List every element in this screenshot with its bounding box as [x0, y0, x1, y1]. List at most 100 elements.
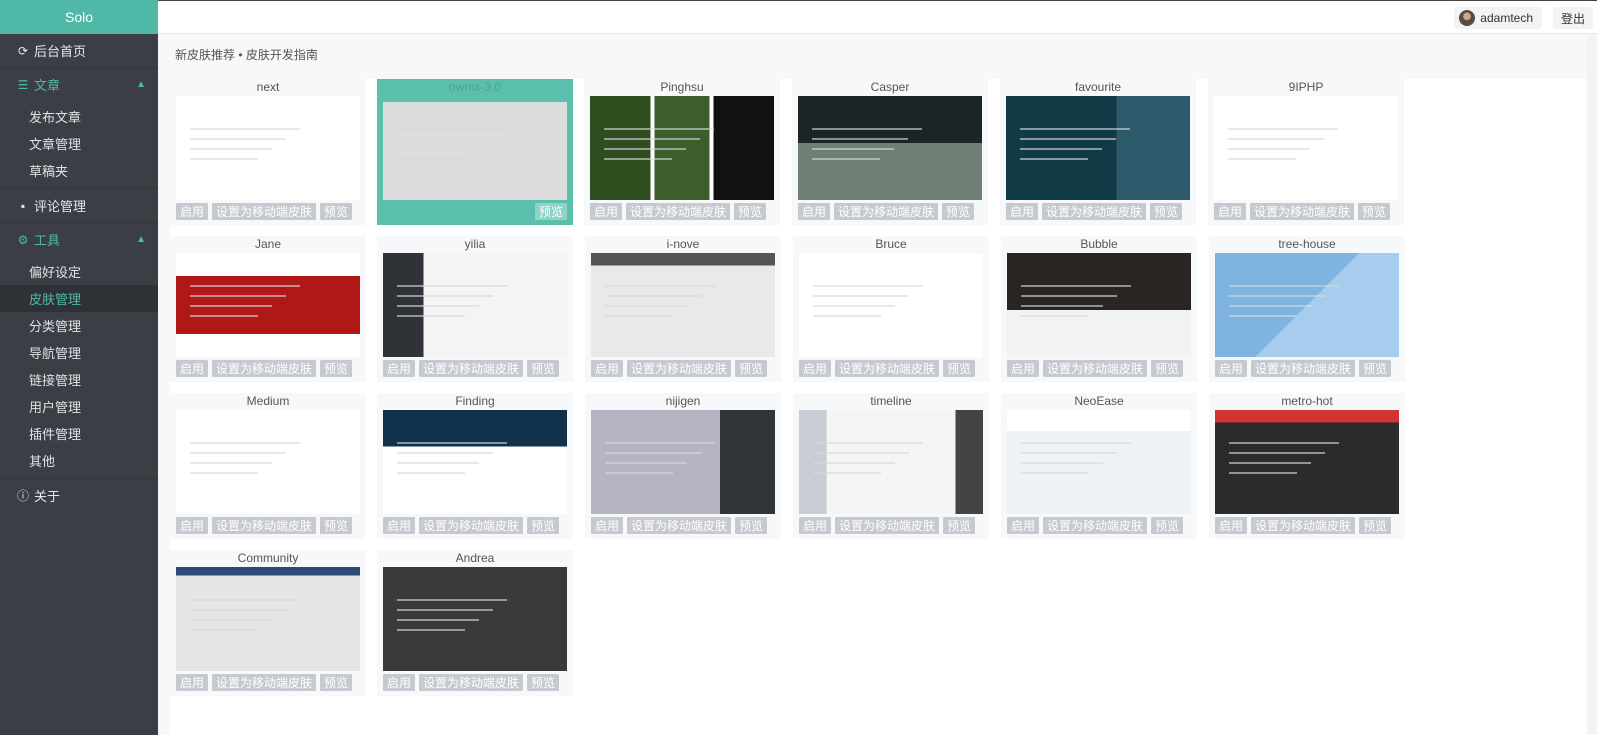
preview-button[interactable]: 预览 — [943, 517, 976, 534]
preview-button[interactable]: 预览 — [735, 360, 768, 377]
skin-thumbnail[interactable] — [798, 96, 982, 200]
nav-comments[interactable]: ▪ 评论管理 — [0, 189, 158, 222]
set-mobile-skin-button[interactable]: 设置为移动端皮肤 — [1042, 203, 1147, 220]
preview-button[interactable]: 预览 — [734, 203, 767, 220]
skin-thumbnail[interactable] — [590, 96, 774, 200]
preview-button[interactable]: 预览 — [942, 203, 975, 220]
set-mobile-skin-button[interactable]: 设置为移动端皮肤 — [212, 360, 317, 377]
enable-button[interactable]: 启用 — [1215, 360, 1248, 377]
nav-about[interactable]: ⓘ 关于 — [0, 479, 158, 512]
nav-preferences[interactable]: 偏好设定 — [0, 258, 158, 285]
enable-button[interactable]: 启用 — [1006, 203, 1039, 220]
set-mobile-skin-button[interactable]: 设置为移动端皮肤 — [1251, 517, 1356, 534]
nav-category-manage[interactable]: 分类管理 — [0, 312, 158, 339]
enable-button[interactable]: 启用 — [798, 203, 831, 220]
enable-button[interactable]: 启用 — [176, 360, 209, 377]
nav-skin-manage[interactable]: 皮肤管理 — [0, 285, 158, 312]
enable-button[interactable]: 启用 — [799, 517, 832, 534]
set-mobile-skin-button[interactable]: 设置为移动端皮肤 — [835, 517, 940, 534]
set-mobile-skin-button[interactable]: 设置为移动端皮肤 — [626, 203, 731, 220]
nav-post-article[interactable]: 发布文章 — [0, 103, 158, 130]
preview-button[interactable]: 预览 — [527, 360, 560, 377]
skin-thumbnail[interactable] — [1007, 253, 1191, 357]
set-mobile-skin-button[interactable]: 设置为移动端皮肤 — [212, 203, 317, 220]
preview-button[interactable]: 预览 — [1151, 360, 1184, 377]
set-mobile-skin-button[interactable]: 设置为移动端皮肤 — [627, 360, 732, 377]
thumbnail-line — [605, 315, 673, 317]
preview-button[interactable]: 预览 — [1359, 517, 1392, 534]
nav-drafts[interactable]: 草稿夹 — [0, 157, 158, 184]
enable-button[interactable]: 启用 — [1215, 517, 1248, 534]
skin-thumbnail[interactable] — [176, 410, 360, 514]
preview-button[interactable]: 预览 — [527, 517, 560, 534]
preview-button[interactable]: 预览 — [534, 203, 567, 220]
skin-thumbnail[interactable] — [1215, 410, 1399, 514]
skin-thumbnail[interactable] — [383, 96, 567, 200]
preview-button[interactable]: 预览 — [320, 360, 353, 377]
set-mobile-skin-button[interactable]: 设置为移动端皮肤 — [1043, 360, 1148, 377]
enable-button[interactable]: 启用 — [176, 203, 209, 220]
set-mobile-skin-button[interactable]: 设置为移动端皮肤 — [835, 360, 940, 377]
skin-thumbnail[interactable] — [1007, 410, 1191, 514]
enable-button[interactable]: 启用 — [176, 674, 209, 691]
nav-navigation-manage[interactable]: 导航管理 — [0, 339, 158, 366]
skin-thumbnail[interactable] — [176, 96, 360, 200]
preview-button[interactable]: 预览 — [320, 203, 353, 220]
skin-thumbnail[interactable] — [176, 567, 360, 671]
preview-button[interactable]: 预览 — [1359, 360, 1392, 377]
set-mobile-skin-button[interactable]: 设置为移动端皮肤 — [419, 517, 524, 534]
set-mobile-skin-button[interactable]: 设置为移动端皮肤 — [1250, 203, 1355, 220]
skin-thumbnail[interactable] — [591, 253, 775, 357]
nav-plugin-manage[interactable]: 插件管理 — [0, 420, 158, 447]
nav-articles[interactable]: ☰ 文章 ▲ — [0, 68, 158, 101]
skin-thumbnail[interactable] — [383, 253, 567, 357]
skin-thumbnail[interactable] — [799, 410, 983, 514]
preview-button[interactable]: 预览 — [527, 674, 560, 691]
enable-button[interactable]: 启用 — [1214, 203, 1247, 220]
nav-tools[interactable]: ⚙ 工具 ▲ — [0, 223, 158, 256]
skin-thumbnail[interactable] — [1006, 96, 1190, 200]
nav-article-manage[interactable]: 文章管理 — [0, 130, 158, 157]
set-mobile-skin-button[interactable]: 设置为移动端皮肤 — [834, 203, 939, 220]
skin-thumbnail[interactable] — [1214, 96, 1398, 200]
preview-button[interactable]: 预览 — [320, 674, 353, 691]
set-mobile-skin-button[interactable]: 设置为移动端皮肤 — [212, 674, 317, 691]
skin-thumbnail[interactable] — [591, 410, 775, 514]
skin-thumbnail[interactable] — [383, 410, 567, 514]
enable-button[interactable]: 启用 — [590, 203, 623, 220]
set-mobile-skin-button[interactable]: 设置为移动端皮肤 — [627, 517, 732, 534]
skin-actions: 启用 设置为移动端皮肤 预览 — [799, 360, 976, 378]
enable-button[interactable]: 启用 — [591, 517, 624, 534]
brand-logo[interactable]: Solo — [0, 0, 158, 34]
enable-button[interactable]: 启用 — [1007, 360, 1040, 377]
logout-button[interactable]: 登出 — [1552, 7, 1593, 29]
preview-button[interactable]: 预览 — [735, 517, 768, 534]
breadcrumb[interactable]: 新皮肤推荐 • 皮肤开发指南 — [158, 35, 1587, 73]
enable-button[interactable]: 启用 — [383, 517, 416, 534]
nav-user-manage[interactable]: 用户管理 — [0, 393, 158, 420]
set-mobile-skin-button[interactable]: 设置为移动端皮肤 — [419, 674, 524, 691]
skin-thumbnail[interactable] — [1215, 253, 1399, 357]
enable-button[interactable]: 启用 — [383, 360, 416, 377]
preview-button[interactable]: 预览 — [1151, 517, 1184, 534]
skin-thumbnail[interactable] — [383, 567, 567, 671]
preview-button[interactable]: 预览 — [320, 517, 353, 534]
set-mobile-skin-button[interactable]: 设置为移动端皮肤 — [1251, 360, 1356, 377]
user-menu[interactable]: adamtech — [1454, 7, 1542, 29]
nav-link-manage[interactable]: 链接管理 — [0, 366, 158, 393]
enable-button[interactable]: 启用 — [591, 360, 624, 377]
set-mobile-skin-button[interactable]: 设置为移动端皮肤 — [212, 517, 317, 534]
preview-button[interactable]: 预览 — [1358, 203, 1391, 220]
enable-button[interactable]: 启用 — [1007, 517, 1040, 534]
enable-button[interactable]: 启用 — [176, 517, 209, 534]
enable-button[interactable]: 启用 — [799, 360, 832, 377]
set-mobile-skin-button[interactable]: 设置为移动端皮肤 — [419, 360, 524, 377]
skin-thumbnail[interactable] — [799, 253, 983, 357]
skin-thumbnail[interactable] — [176, 253, 360, 357]
enable-button[interactable]: 启用 — [383, 674, 416, 691]
preview-button[interactable]: 预览 — [1150, 203, 1183, 220]
set-mobile-skin-button[interactable]: 设置为移动端皮肤 — [1043, 517, 1148, 534]
nav-home[interactable]: ⟳ 后台首页 — [0, 34, 158, 67]
nav-other[interactable]: 其他 — [0, 447, 158, 474]
preview-button[interactable]: 预览 — [943, 360, 976, 377]
